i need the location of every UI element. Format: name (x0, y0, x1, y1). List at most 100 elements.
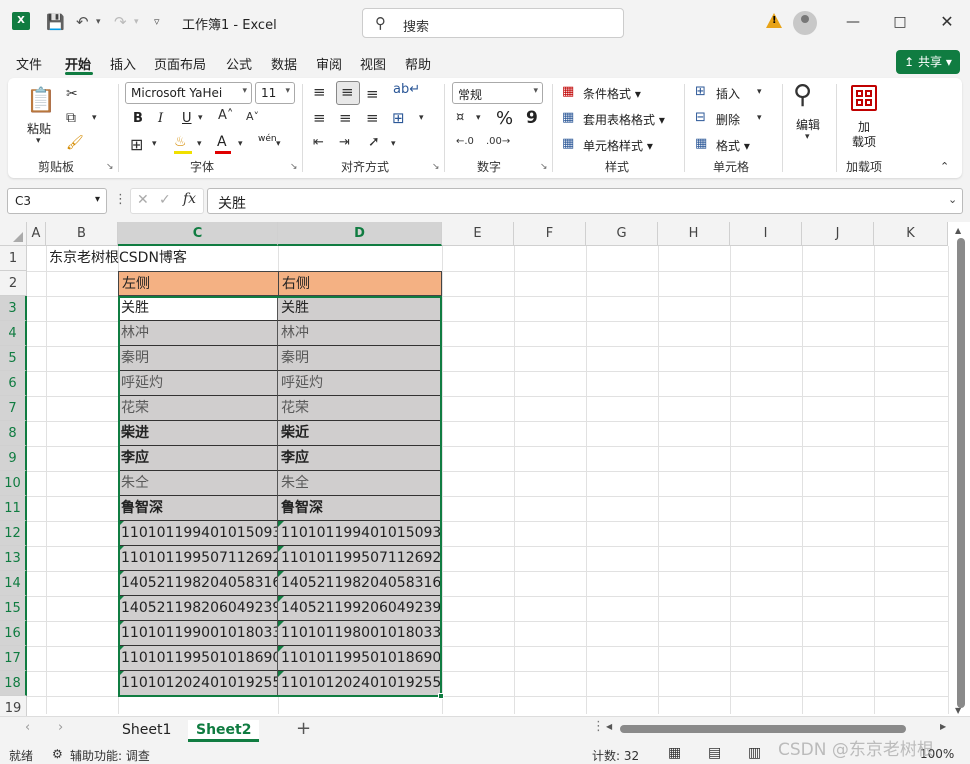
row-header-13[interactable]: 13 (0, 546, 27, 571)
tab-home[interactable]: 开始 (65, 54, 91, 73)
delete-dropdown-icon[interactable]: ▾ (757, 113, 762, 123)
accessibility-status[interactable]: 辅助功能: 调查 (70, 747, 150, 764)
undo-icon[interactable]: ↶ (76, 11, 89, 33)
tab-page-layout[interactable]: 页面布局 (154, 54, 206, 73)
row-header-3[interactable]: 3 (0, 296, 27, 321)
underline-button[interactable]: U (182, 111, 192, 126)
close-button[interactable]: ✕ (932, 8, 962, 36)
align-center-icon[interactable]: ≡ (339, 109, 352, 127)
cell-d7[interactable]: 花荣 (278, 396, 441, 421)
cell-c15[interactable]: 140521198206049239 (118, 596, 278, 621)
tab-data[interactable]: 数据 (271, 54, 297, 73)
paste-icon[interactable]: 📋 (26, 86, 56, 114)
row-header-11[interactable]: 11 (0, 496, 27, 521)
row-header-1[interactable]: 1 (0, 246, 27, 271)
column-header-g[interactable]: G (586, 222, 658, 246)
row-header-4[interactable]: 4 (0, 321, 27, 346)
avatar[interactable] (793, 11, 817, 35)
page-layout-view-icon[interactable]: ▤ (708, 745, 721, 761)
collapse-ribbon-icon[interactable]: ⌃ (940, 160, 949, 173)
cell-c18[interactable]: 110101202401019255 (118, 671, 278, 696)
cell-d15[interactable]: 140521199206049239 (278, 596, 441, 621)
column-header-b[interactable]: B (46, 222, 118, 246)
tab-options-icon[interactable]: ⋮ (592, 719, 605, 734)
column-header-c[interactable]: C (118, 222, 278, 246)
font-color-icon[interactable]: A (217, 134, 227, 150)
paste-dropdown-icon[interactable]: ▾ (36, 136, 41, 146)
number-launcher-icon[interactable]: ↘ (540, 162, 548, 172)
font-size-select[interactable]: 11 ▾ (255, 82, 295, 104)
select-all-button[interactable] (0, 222, 27, 246)
row-header-6[interactable]: 6 (0, 371, 27, 396)
redo-icon[interactable]: ↷ (114, 11, 127, 33)
add-sheet-icon[interactable]: + (296, 718, 311, 739)
row-header-2[interactable]: 2 (0, 271, 27, 296)
maximize-button[interactable]: □ (885, 8, 915, 36)
orientation-icon[interactable]: ➚ (368, 134, 380, 150)
copy-icon[interactable]: ⧉ (66, 110, 76, 126)
column-header-e[interactable]: E (442, 222, 514, 246)
cell-c4[interactable]: 林冲 (118, 321, 278, 346)
format-as-table-icon[interactable]: ▦ (562, 110, 574, 125)
cell-c2[interactable]: 左侧 (118, 271, 279, 296)
cell-c10[interactable]: 朱仝 (118, 471, 278, 496)
decrease-decimal-icon[interactable]: .00→ (486, 136, 510, 147)
name-box[interactable]: C3 ▾ (7, 188, 107, 214)
tab-view[interactable]: 视图 (360, 54, 386, 73)
editing-button[interactable]: 编辑 (796, 116, 820, 133)
grow-font-icon[interactable]: A˄ (218, 108, 233, 123)
prev-sheet-icon[interactable]: ‹ (25, 720, 30, 735)
conditional-formatting-icon[interactable]: ▦ (562, 84, 574, 99)
align-top-icon[interactable]: ≡ (313, 83, 326, 101)
delete-cells-icon[interactable]: ⊟ (695, 110, 706, 125)
warning-icon[interactable]: ! (766, 13, 782, 28)
cell-styles-button[interactable]: 单元格样式 ▾ (583, 137, 653, 154)
normal-view-icon[interactable]: ▦ (668, 745, 681, 761)
cell-d6[interactable]: 呼延灼 (278, 371, 441, 396)
increase-indent-icon[interactable]: ⇥ (339, 135, 350, 150)
tab-file[interactable]: 文件 (16, 54, 42, 73)
underline-dropdown-icon[interactable]: ▾ (198, 113, 203, 123)
alignment-launcher-icon[interactable]: ↘ (432, 162, 440, 172)
font-launcher-icon[interactable]: ↘ (290, 162, 298, 172)
editing-dropdown-icon[interactable]: ▾ (805, 132, 810, 142)
merge-dropdown-icon[interactable]: ▾ (419, 113, 424, 123)
cell-c11[interactable]: 鲁智深 (118, 496, 278, 521)
search-box[interactable]: ⚲ 搜索 (362, 8, 624, 38)
format-painter-icon[interactable]: 🖌 (66, 135, 84, 151)
font-color-dropdown-icon[interactable]: ▾ (238, 139, 243, 149)
bold-button[interactable]: B (133, 111, 143, 126)
percent-style-button[interactable]: % (496, 108, 513, 129)
number-format-select[interactable]: 常规 ▾ (452, 82, 543, 104)
cell-c13[interactable]: 110101199507112692 (118, 546, 278, 571)
expand-formula-icon[interactable]: ⌄ (948, 193, 957, 206)
insert-dropdown-icon[interactable]: ▾ (757, 87, 762, 97)
cell-d17[interactable]: 110101199501018690 (278, 646, 441, 671)
row-header-17[interactable]: 17 (0, 646, 27, 671)
row-header-18[interactable]: 18 (0, 671, 27, 696)
next-sheet-icon[interactable]: › (58, 720, 63, 735)
borders-icon[interactable]: ⊞ (130, 135, 143, 154)
insert-cells-button[interactable]: 插入 (716, 85, 740, 102)
sheet-tab-sheet1[interactable]: Sheet1 (122, 720, 171, 742)
sheet-tab-sheet2[interactable]: Sheet2 (188, 720, 260, 742)
addins-label-line2[interactable]: 载项 (852, 133, 876, 150)
phonetic-guide-icon[interactable]: wén (258, 134, 277, 144)
comma-style-button[interactable]: 9 (526, 108, 538, 128)
format-cells-button[interactable]: 格式 ▾ (716, 137, 750, 154)
cell-d13[interactable]: 110101199507112692 (278, 546, 441, 571)
customize-qat-icon[interactable]: ▿ (154, 11, 160, 33)
more-icon[interactable]: ⋮ (114, 192, 127, 207)
cell-c17[interactable]: 110101199501018690 (118, 646, 278, 671)
redo-dropdown-icon[interactable]: ▾ (134, 11, 139, 33)
search-icon[interactable]: ⚲ (793, 80, 812, 110)
scroll-left-icon[interactable]: ◀ (606, 722, 612, 731)
row-header-10[interactable]: 10 (0, 471, 27, 496)
borders-dropdown-icon[interactable]: ▾ (152, 139, 157, 149)
row-header-7[interactable]: 7 (0, 396, 27, 421)
delete-cells-button[interactable]: 删除 (716, 111, 740, 128)
column-header-j[interactable]: J (802, 222, 874, 246)
cell-c12[interactable]: 110101199401015093 (118, 521, 278, 546)
clipboard-launcher-icon[interactable]: ↘ (106, 162, 114, 172)
align-right-icon[interactable]: ≡ (366, 109, 379, 127)
